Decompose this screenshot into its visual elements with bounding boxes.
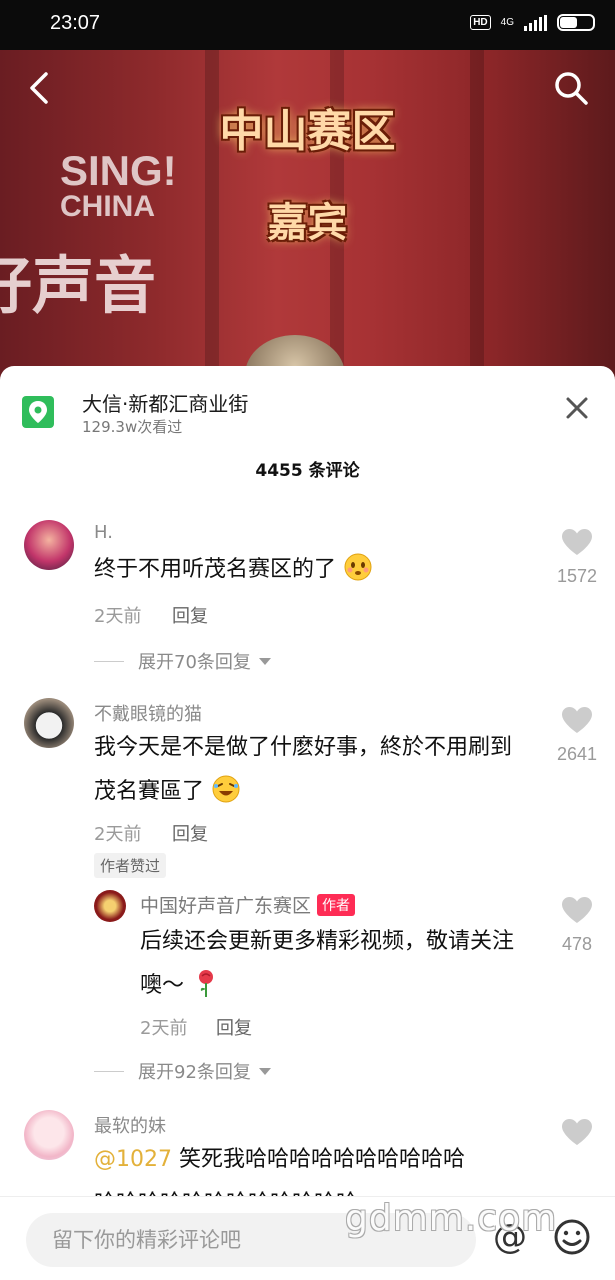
hd-badge: HD — [470, 15, 491, 30]
like-button[interactable] — [547, 1118, 607, 1150]
video-title-line1: 中山赛区 — [219, 106, 396, 157]
reply-button[interactable]: 回复 — [216, 1014, 252, 1040]
location-views: 129.3w次看过 — [82, 418, 183, 436]
author-liked-badge: 作者赞过 — [94, 853, 167, 878]
like-button[interactable]: 1572 — [547, 528, 607, 587]
like-count: 2641 — [556, 744, 598, 764]
battery-icon: 51 — [557, 14, 595, 31]
location-row[interactable]: 大信·新都汇商业街 129.3w次看过 — [22, 386, 593, 436]
status-bar: 23:07 HD 4G 51 — [0, 0, 615, 50]
expand-replies[interactable]: 展开70条回复 — [94, 648, 271, 674]
comment-username[interactable]: H. — [94, 522, 113, 543]
close-icon[interactable] — [561, 392, 593, 424]
heart-icon — [562, 1119, 592, 1145]
heart-icon — [562, 707, 592, 733]
status-time: 23:07 — [50, 12, 101, 34]
network-type: 4G — [500, 17, 514, 28]
mention-link[interactable]: @1027 — [94, 1147, 172, 1172]
location-pin-icon — [22, 396, 54, 428]
reply-text: 后续还会更新更多精彩视频，敬请关注 噢～ — [140, 929, 515, 998]
battery-level: 51 — [569, 16, 583, 29]
comment-time: 2天前 — [94, 824, 142, 845]
heart-icon — [562, 897, 592, 923]
like-count: 1572 — [556, 566, 598, 586]
heart-icon — [562, 529, 592, 555]
reply-username[interactable]: 中国好声音广东赛区 作者 — [140, 891, 356, 918]
reply-button[interactable]: 回复 — [172, 820, 208, 846]
laughing-emoji-icon — [212, 775, 240, 803]
comment-username[interactable]: 不戴眼镜的猫 — [94, 700, 202, 726]
expand-replies[interactable]: 展开92条回复 — [94, 1058, 271, 1084]
video-bg-cn-text: 好声音 — [0, 249, 157, 322]
comment-text: 终于不用听茂名赛区的了 — [94, 548, 373, 592]
like-count: 478 — [561, 934, 593, 954]
avatar[interactable] — [24, 520, 74, 570]
rose-icon — [199, 970, 214, 997]
video-title-line2: 嘉宾 — [267, 200, 348, 246]
like-button[interactable]: 478 — [547, 896, 607, 955]
reply-button[interactable]: 回复 — [172, 602, 208, 628]
video-player[interactable]: SING! CHINA 好声音 中山赛区 嘉宾 — [0, 50, 615, 380]
avatar[interactable] — [24, 698, 74, 748]
avatar[interactable] — [24, 1110, 74, 1160]
author-tag: 作者 — [317, 894, 356, 916]
avatar[interactable] — [94, 890, 126, 922]
comments-count: 4455 条评论 — [255, 461, 360, 481]
comments-sheet: 大信·新都汇商业街 129.3w次看过 4455 条评论 H. 终于不用听茂名赛… — [0, 366, 615, 1280]
watermark: gdmm.com — [345, 1198, 558, 1239]
signal-icon — [524, 14, 547, 31]
reply-time: 2天前 — [140, 1018, 188, 1039]
like-button[interactable]: 2641 — [547, 706, 607, 765]
blush-emoji-icon — [344, 553, 372, 581]
location-name: 大信·新都汇商业街 — [82, 392, 249, 416]
search-icon[interactable] — [551, 68, 591, 108]
comment-time: 2天前 — [94, 606, 142, 627]
comment-username[interactable]: 最软的妹 — [94, 1112, 166, 1138]
back-icon[interactable] — [24, 68, 54, 108]
emoji-picker-icon[interactable] — [552, 1217, 592, 1257]
comment-text: 我今天是不是做了什麽好事，終於不用刷到 茂名賽區了 — [94, 735, 513, 804]
status-icons: HD 4G 51 — [470, 14, 595, 31]
